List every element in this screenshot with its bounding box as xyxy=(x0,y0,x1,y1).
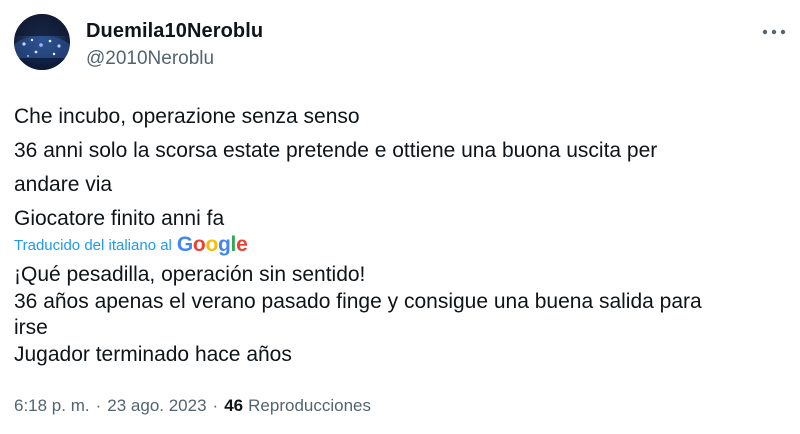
post-metadata: 6:18 p. m. · 23 ago. 2023 · 46 Reproducc… xyxy=(14,396,371,416)
post-date[interactable]: 23 ago. 2023 xyxy=(107,396,206,416)
post-translated-text: ¡Qué pesadilla, operación sin sentido! 3… xyxy=(14,262,784,368)
tweet-card: Duemila10Neroblu @2010Neroblu Che incubo… xyxy=(0,0,800,434)
post-text-line: 36 anni solo la scorsa estate pretende e… xyxy=(14,139,658,162)
translated-text-line: Jugador terminado hace años xyxy=(14,342,292,366)
meta-separator: · xyxy=(212,396,219,415)
avatar[interactable] xyxy=(14,14,70,70)
translated-text-line: irse xyxy=(14,316,48,339)
more-horizontal-icon xyxy=(762,29,786,35)
google-logo: Google xyxy=(176,233,248,256)
post-text-line: andare via xyxy=(14,173,113,196)
author-display-name[interactable]: Duemila10Neroblu xyxy=(86,20,263,43)
translated-text-line: 36 años apenas el verano pasado finge y … xyxy=(14,289,702,313)
avatar-image xyxy=(14,14,70,70)
meta-separator: · xyxy=(95,396,102,415)
translated-text-line: ¡Qué pesadilla, operación sin sentido! xyxy=(14,263,366,286)
more-options-button[interactable] xyxy=(760,20,788,44)
post-original-text: Che incubo, operazione senza senso 36 an… xyxy=(14,100,784,236)
author-handle[interactable]: @2010Neroblu xyxy=(86,48,214,70)
views-label: Reproducciones xyxy=(248,396,371,415)
translation-attribution[interactable]: Traducido del italiano al Google xyxy=(14,230,248,260)
translation-label: Traducido del italiano al xyxy=(14,236,172,254)
post-time[interactable]: 6:18 p. m. xyxy=(14,396,90,416)
views-count: 46 xyxy=(224,396,244,415)
post-text-line: Che incubo, operazione senza senso xyxy=(14,105,360,128)
